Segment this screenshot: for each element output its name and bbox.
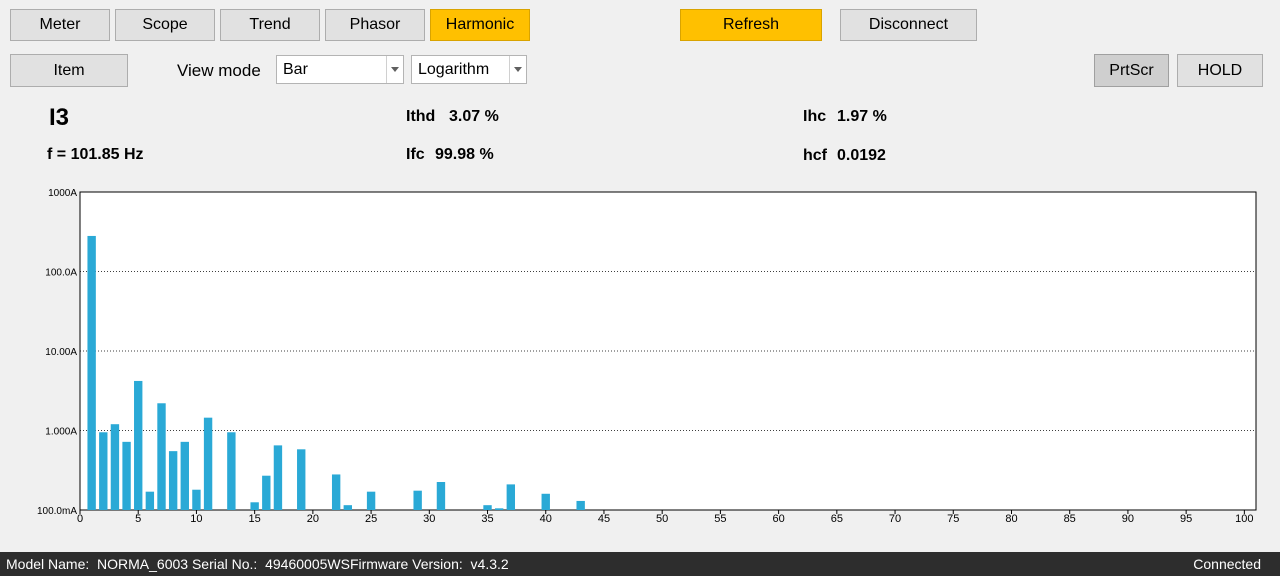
harmonic-bar — [506, 484, 516, 510]
x-tick-label: 65 — [831, 513, 843, 525]
harmonic-bar — [262, 475, 271, 510]
harmonic-bar — [168, 451, 178, 510]
x-tick-label: 10 — [190, 513, 202, 525]
y-tick-label: 10.00A — [45, 347, 77, 358]
ifc-value: 99.98 % — [435, 146, 494, 163]
ifc-label: Ifc — [406, 146, 425, 163]
x-tick-label: 45 — [598, 513, 610, 525]
view-mode-select[interactable]: Bar — [276, 55, 404, 84]
chevron-down-icon — [509, 56, 526, 83]
y-tick-label: 1.000A — [45, 427, 77, 438]
y-tick-label: 100.0mA — [37, 506, 77, 517]
harmonic-bar — [297, 449, 306, 510]
x-tick-label: 100 — [1235, 513, 1253, 525]
harmonic-bar — [180, 441, 189, 510]
harmonic-bar — [203, 417, 213, 510]
x-tick-label: 85 — [1064, 513, 1076, 525]
refresh-button[interactable]: Refresh — [680, 9, 822, 41]
harmonic-bar-chart: 1000A 100.0A 10.00A 1.000A 100.0mA 0 5 10 15 20 2… — [37, 188, 1257, 525]
item-button[interactable]: Item — [10, 54, 128, 87]
tab-phasor[interactable]: Phasor — [325, 9, 425, 41]
ihc-label: Ihc — [803, 108, 827, 125]
x-tick-label: 5 — [135, 513, 141, 525]
harmonic-bar — [145, 491, 155, 510]
x-tick-label: 70 — [889, 513, 901, 525]
harmonic-bar — [157, 403, 166, 510]
x-tick-label: 50 — [656, 513, 668, 525]
harmonic-bar — [576, 500, 585, 510]
tab-meter[interactable]: Meter — [10, 9, 110, 41]
y-tick-label: 100.0A — [45, 268, 77, 279]
tab-trend[interactable]: Trend — [220, 9, 320, 41]
view-mode-value: Bar — [283, 60, 308, 78]
ithd-label: Ithd — [406, 108, 436, 125]
tab-harmonic[interactable]: Harmonic — [430, 9, 530, 41]
x-tick-label: 20 — [307, 513, 319, 525]
hcf-value: 0.0192 — [837, 147, 886, 164]
harmonic-bar — [541, 493, 550, 510]
x-tick-label: 55 — [714, 513, 726, 525]
hcf-label: hcf — [803, 147, 827, 164]
harmonic-bar — [331, 474, 341, 510]
harmonic-bar — [110, 424, 120, 510]
harmonic-bar — [273, 445, 283, 510]
harmonic-bar — [227, 432, 236, 510]
view-mode-label: View mode — [177, 61, 261, 80]
hold-button[interactable]: HOLD — [1177, 54, 1263, 87]
x-tick-label: 95 — [1180, 513, 1192, 525]
disconnect-button[interactable]: Disconnect — [840, 9, 977, 41]
harmonic-bar — [483, 505, 492, 510]
harmonic-bar — [250, 502, 259, 510]
chevron-down-icon — [386, 56, 403, 83]
prtscr-button[interactable]: PrtScr — [1094, 54, 1169, 87]
x-tick-label: 90 — [1122, 513, 1134, 525]
connection-status: Connected — [1193, 556, 1261, 572]
x-tick-label: 80 — [1005, 513, 1017, 525]
ihc-value: 1.97 % — [837, 108, 887, 125]
harmonic-bar — [99, 432, 108, 510]
x-tick-label: 40 — [540, 513, 552, 525]
harmonic-bar — [134, 380, 143, 510]
x-tick-label: 25 — [365, 513, 377, 525]
harmonic-bar — [192, 489, 201, 510]
channel-name: I3 — [49, 104, 70, 131]
x-tick-label: 60 — [772, 513, 784, 525]
tab-scope[interactable]: Scope — [115, 9, 215, 41]
harmonic-bar — [413, 490, 422, 510]
device-info: Model Name: NORMA_6003 Serial No.: 49460… — [6, 556, 509, 572]
harmonic-bar — [366, 491, 376, 510]
x-tick-label: 30 — [423, 513, 435, 525]
frequency-value: f = 101.85 Hz — [47, 146, 144, 163]
ithd-value: 3.07 % — [449, 108, 499, 125]
harmonic-bar — [343, 505, 352, 510]
x-tick-label: 15 — [249, 513, 261, 525]
harmonic-bar — [494, 508, 504, 510]
scale-select[interactable]: Logarithm — [411, 55, 527, 84]
y-tick-label: 1000A — [48, 188, 77, 199]
scale-value: Logarithm — [418, 60, 490, 78]
harmonic-bar — [122, 441, 131, 510]
harmonic-bar — [87, 235, 96, 510]
harmonic-bar — [436, 482, 446, 510]
x-tick-label: 75 — [947, 513, 959, 525]
x-tick-label: 35 — [481, 513, 493, 525]
status-bar: Model Name: NORMA_6003 Serial No.: 49460… — [0, 552, 1280, 576]
x-tick-label: 0 — [77, 513, 83, 525]
